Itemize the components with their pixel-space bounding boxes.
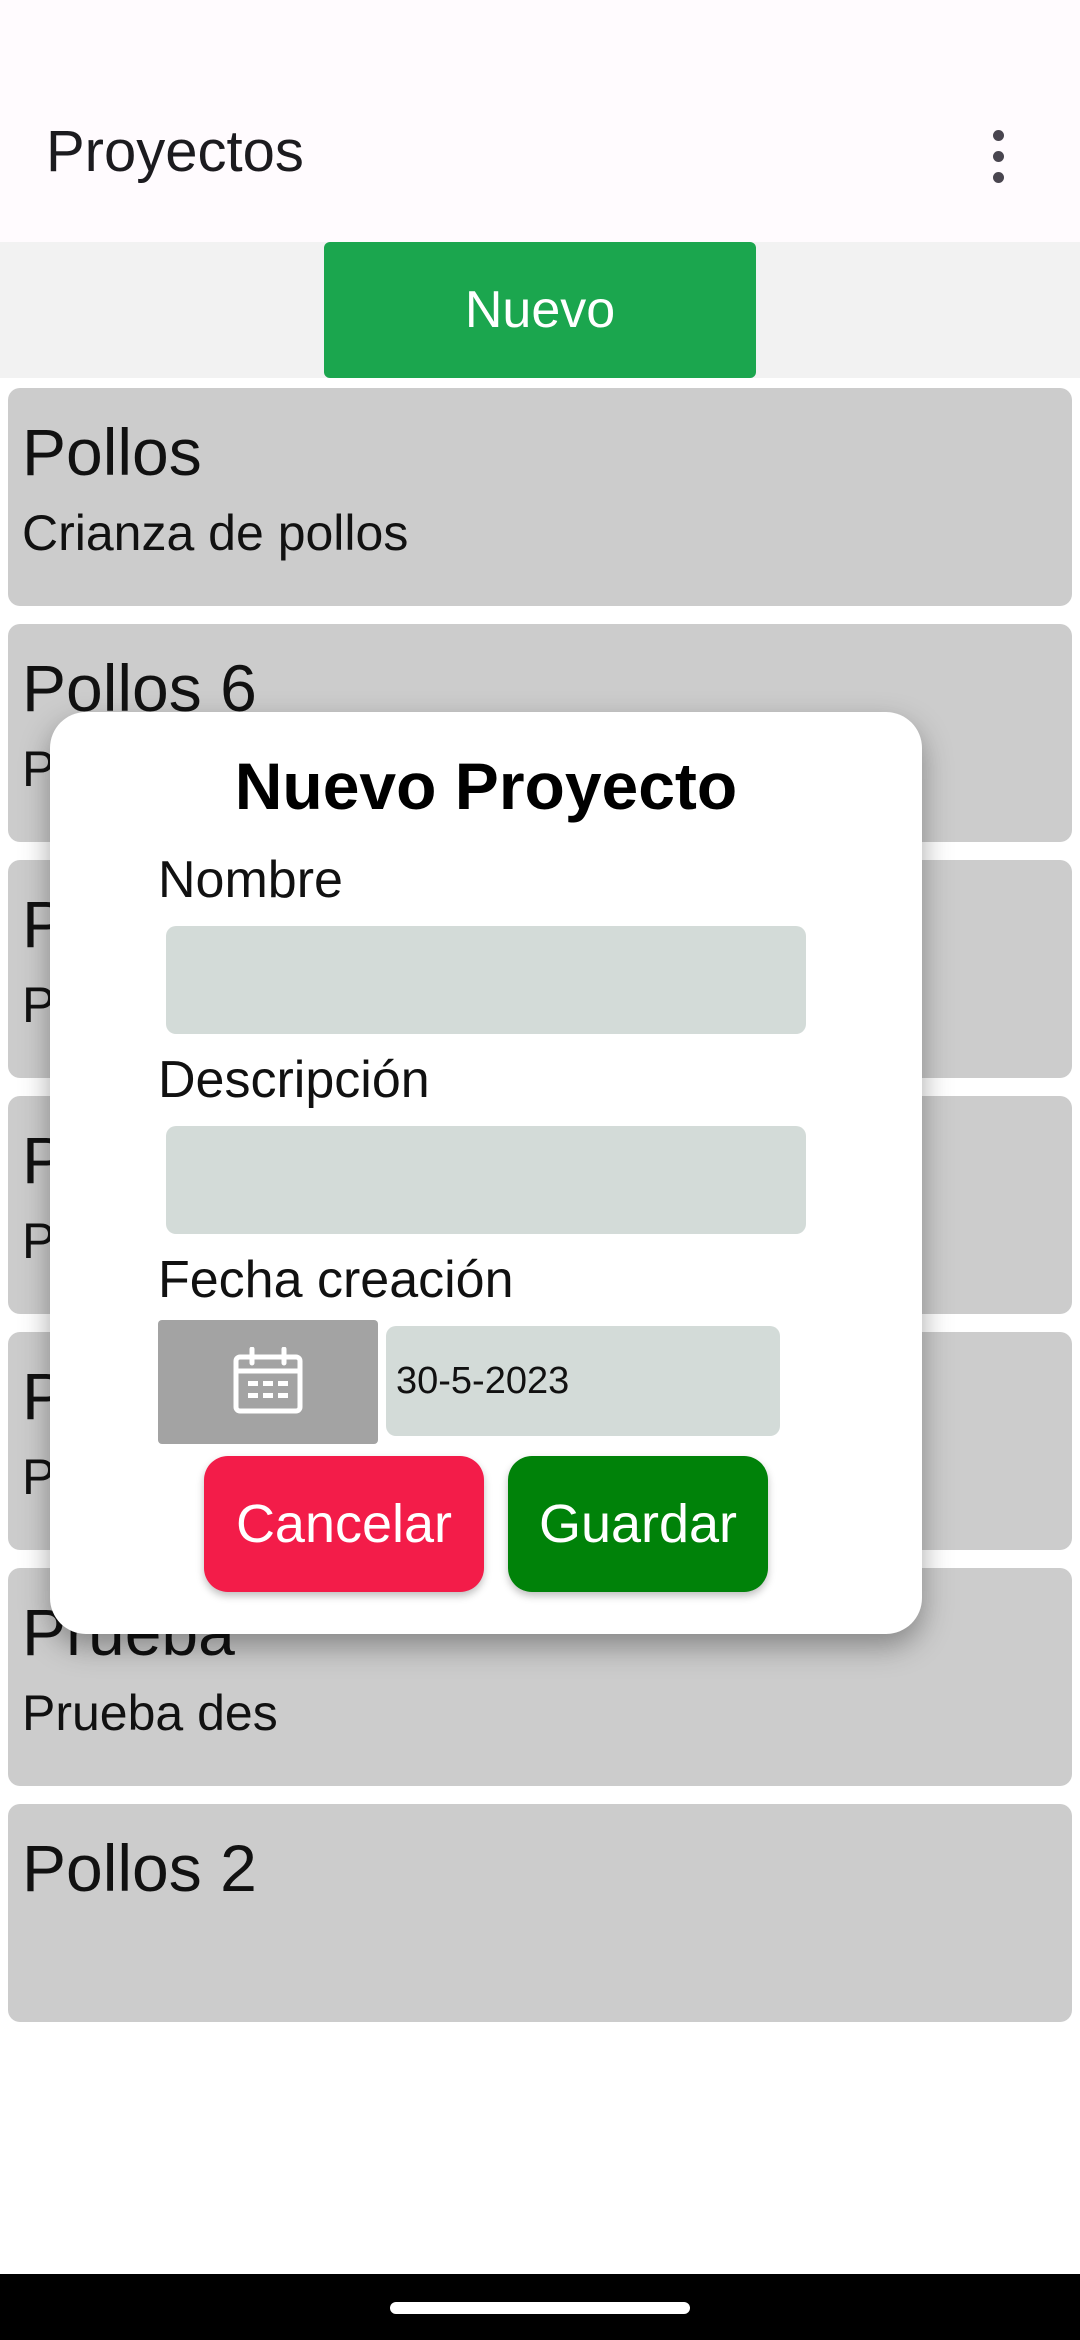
dialog-title: Nuevo Proyecto (234, 749, 738, 823)
name-label: Nombre (158, 851, 343, 909)
description-label: Descripción (158, 1051, 430, 1109)
description-input[interactable] (166, 1126, 806, 1234)
new-project-dialog: Nuevo Proyecto Nombre Descripción Fecha … (50, 712, 922, 1634)
calendar-button[interactable] (158, 1320, 378, 1444)
navigation-bar (0, 2274, 1080, 2340)
cancel-button[interactable]: Cancelar (204, 1456, 484, 1592)
name-input[interactable] (166, 926, 806, 1034)
date-label: Fecha creación (158, 1251, 514, 1309)
date-field[interactable]: 30-5-2023 (386, 1326, 780, 1436)
home-indicator[interactable] (390, 2302, 690, 2314)
calendar-icon (232, 1346, 304, 1418)
save-button[interactable]: Guardar (508, 1456, 768, 1592)
